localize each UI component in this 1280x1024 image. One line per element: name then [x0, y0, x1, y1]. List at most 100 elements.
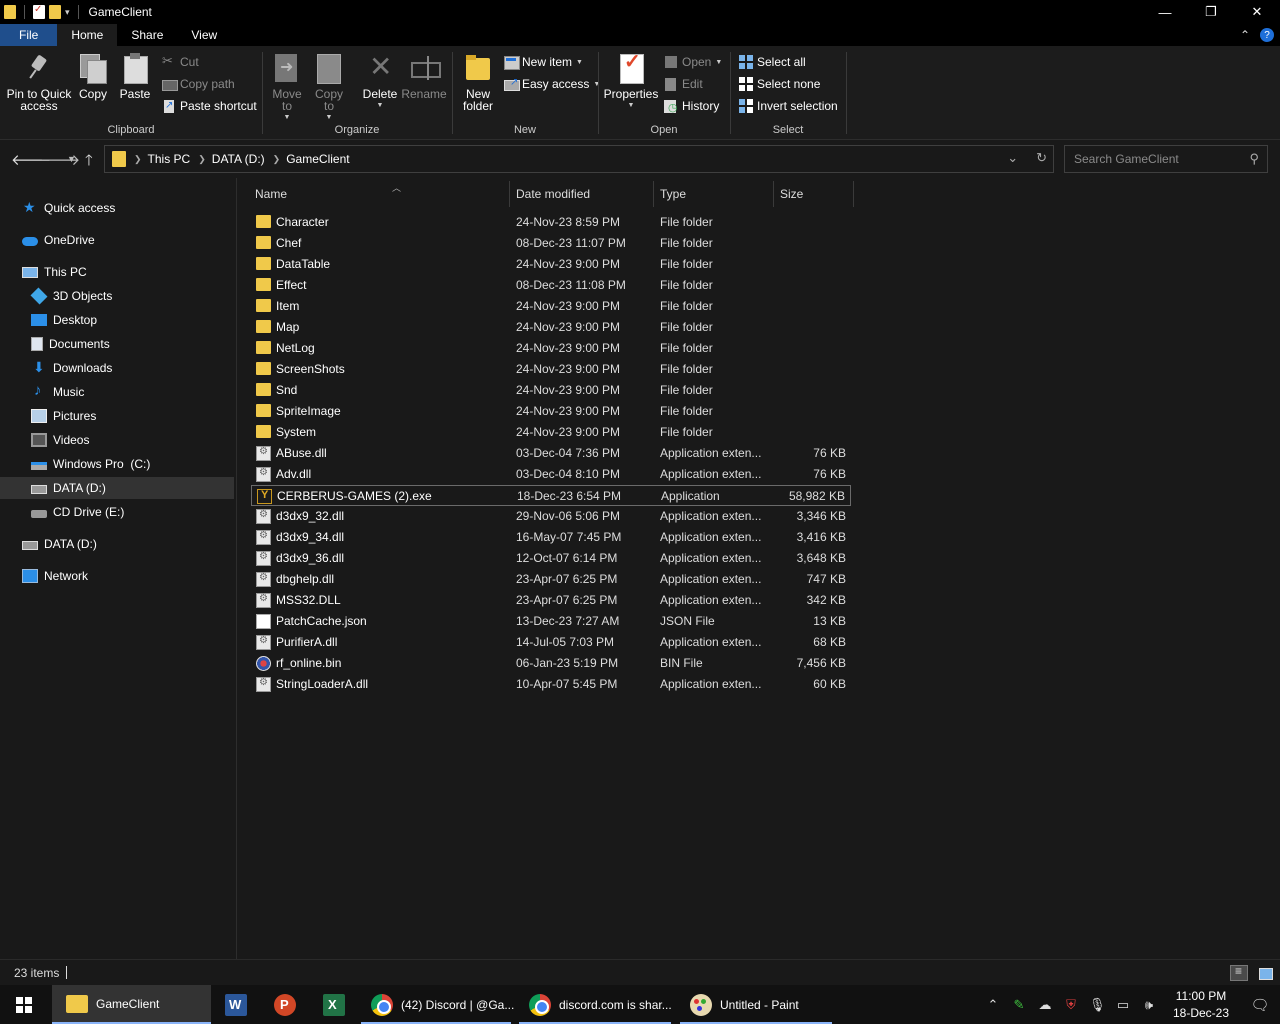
nav-data-drive[interactable]: DATA (D:) [0, 477, 234, 499]
invert-selection-button[interactable]: Invert selection [739, 97, 838, 115]
breadcrumb-data-drive[interactable]: DATA (D:) [212, 152, 265, 166]
file-row[interactable]: d3dx9_34.dll 16-May-07 7:45 PM Application… [251, 527, 851, 548]
file-row[interactable]: PurifierA.dll 14-Jul-05 7:03 PM Applicatio… [251, 632, 851, 653]
address-bar[interactable]: ❯ This PC ❯ DATA (D:) ❯ GameClient ⌄ ↻ [104, 145, 1054, 173]
select-none-button[interactable]: Select none [739, 75, 820, 93]
nav-documents[interactable]: Documents [0, 333, 234, 355]
recent-locations-icon[interactable]: ▼ [67, 154, 76, 164]
file-row[interactable]: PatchCache.json 13-Dec-23 7:27 AM JSON Fil… [251, 611, 851, 632]
copy-path-button[interactable]: Copy path [162, 75, 235, 93]
open-button[interactable]: Open ▼ [664, 53, 722, 71]
breadcrumb-gameclient[interactable]: GameClient [286, 152, 349, 166]
file-row[interactable]: dbghelp.dll 23-Apr-07 6:25 PM Application … [251, 569, 851, 590]
file-row[interactable]: NetLog 24-Nov-23 9:00 PM File folder [251, 338, 851, 359]
file-row[interactable]: Map 24-Nov-23 9:00 PM File folder [251, 317, 851, 338]
breadcrumb-this-pc[interactable]: This PC [148, 152, 191, 166]
upload-status-icon[interactable]: ✎ [1011, 997, 1027, 1013]
properties-button[interactable]: Properties ▼ [604, 52, 658, 112]
network-status-icon[interactable]: ▭ [1115, 997, 1131, 1013]
chevron-right-icon[interactable]: ❯ [198, 154, 206, 165]
show-hidden-icons-icon[interactable]: ⌃ [985, 997, 1001, 1013]
refresh-icon[interactable]: ↻ [1036, 150, 1047, 166]
tab-view[interactable]: View [177, 24, 231, 46]
nav-cd-drive[interactable]: CD Drive (E:) [0, 501, 234, 523]
search-box[interactable]: Search GameClient ⚲ [1064, 145, 1268, 173]
nav-data-drive-root[interactable]: DATA (D:) [0, 533, 234, 555]
file-row[interactable]: MSS32.DLL 23-Apr-07 6:25 PM Application ex… [251, 590, 851, 611]
paste-shortcut-button[interactable]: Paste shortcut [162, 97, 257, 115]
new-folder-button[interactable]: New folder [460, 52, 496, 112]
customize-toolbar-icon[interactable]: ▾ [65, 7, 70, 18]
up-arrow-icon[interactable]: 🡑 [85, 150, 93, 175]
new-folder-icon[interactable] [49, 5, 61, 19]
nav-videos[interactable]: Videos [0, 429, 234, 451]
tab-home[interactable]: Home [57, 24, 118, 46]
file-row[interactable]: ABuse.dll 03-Dec-04 7:36 PM Application ex… [251, 443, 851, 464]
file-row[interactable]: d3dx9_36.dll 12-Oct-07 6:14 PM Application… [251, 548, 851, 569]
nav-this-pc[interactable]: This PC [0, 261, 234, 283]
nav-windows-drive[interactable]: Windows Pro (C:) [0, 453, 234, 475]
column-header-name[interactable]: Name ︿ [255, 181, 509, 207]
file-row[interactable]: rf_online.bin 06-Jan-23 5:19 PM BIN File 7,… [251, 653, 851, 674]
details-view-button[interactable] [1230, 964, 1248, 981]
file-row[interactable]: Effect 08-Dec-23 11:08 PM File folder [251, 275, 851, 296]
column-divider[interactable] [509, 181, 510, 207]
chevron-right-icon[interactable]: ❯ [134, 154, 142, 165]
move-to-button[interactable]: Move to ▼ [270, 52, 304, 124]
column-divider[interactable] [773, 181, 774, 207]
nav-network[interactable]: Network [0, 565, 234, 587]
paste-button[interactable]: Paste [118, 52, 152, 100]
file-row[interactable]: Adv.dll 03-Dec-04 8:10 PM Application exte… [251, 464, 851, 485]
taskbar-powerpoint[interactable] [260, 985, 308, 1024]
taskbar-paint[interactable]: Untitled - Paint [676, 985, 836, 1024]
file-row[interactable]: SpriteImage 24-Nov-23 9:00 PM File folder [251, 401, 851, 422]
properties-icon[interactable] [33, 4, 45, 19]
column-divider[interactable] [653, 181, 654, 207]
pin-to-quick-access-button[interactable]: Pin to Quick access [6, 52, 72, 112]
history-button[interactable]: History [664, 97, 719, 115]
taskbar-word[interactable] [211, 985, 259, 1024]
copy-button[interactable]: Copy [76, 52, 110, 100]
column-header-size[interactable]: Size [780, 181, 853, 207]
notification-center-icon[interactable]: 🗨 [1240, 985, 1280, 1024]
file-row[interactable]: CERBERUS-GAMES (2).exe 18-Dec-23 6:54 PM A… [251, 485, 851, 506]
minimize-button[interactable]: — [1142, 0, 1188, 24]
nav-onedrive[interactable]: OneDrive [0, 229, 234, 251]
chevron-up-icon[interactable]: ⌃ [1240, 28, 1250, 42]
nav-desktop[interactable]: Desktop [0, 309, 234, 331]
column-header-date[interactable]: Date modified [516, 181, 654, 207]
chevron-right-icon[interactable]: ❯ [273, 154, 281, 165]
copy-to-button[interactable]: Copy to ▼ [312, 52, 346, 124]
taskbar-file-explorer[interactable]: GameClient [52, 985, 211, 1024]
cut-button[interactable]: Cut [162, 53, 199, 71]
file-row[interactable]: DataTable 24-Nov-23 9:00 PM File folder [251, 254, 851, 275]
edit-button[interactable]: Edit [664, 75, 703, 93]
column-divider[interactable] [853, 181, 854, 207]
tab-file[interactable]: File [0, 24, 58, 46]
new-item-button[interactable]: New item ▼ [504, 53, 583, 71]
file-row[interactable]: Item 24-Nov-23 9:00 PM File folder [251, 296, 851, 317]
taskbar-chrome-discord[interactable]: (42) Discord | @Ga... [357, 985, 515, 1024]
maximize-button[interactable]: ❐ [1188, 0, 1234, 24]
file-row[interactable]: Character 24-Nov-23 8:59 PM File folder [251, 212, 851, 233]
select-all-button[interactable]: Select all [739, 53, 806, 71]
search-icon[interactable]: ⚲ [1249, 151, 1259, 167]
taskbar-excel[interactable] [309, 985, 357, 1024]
file-row[interactable]: d3dx9_32.dll 29-Nov-06 5:06 PM Application… [251, 506, 851, 527]
security-alert-icon[interactable]: ⛨ [1063, 997, 1079, 1013]
file-row[interactable]: Snd 24-Nov-23 9:00 PM File folder [251, 380, 851, 401]
microphone-icon[interactable]: 🎙 [1089, 997, 1106, 1013]
column-header-type[interactable]: Type [660, 181, 773, 207]
close-button[interactable]: ✕ [1234, 0, 1280, 24]
tab-share[interactable]: Share [117, 24, 177, 46]
rename-button[interactable]: Rename [401, 52, 447, 100]
file-row[interactable]: StringLoaderA.dll 10-Apr-07 5:45 PM Applic… [251, 674, 851, 695]
volume-icon[interactable]: 🕪 [1141, 997, 1157, 1013]
start-button[interactable] [0, 985, 48, 1024]
cloud-offline-icon[interactable]: ☁ [1037, 997, 1053, 1013]
nav-3d-objects[interactable]: 3D Objects [0, 285, 234, 307]
delete-button[interactable]: Delete ▼ [360, 52, 400, 112]
file-row[interactable]: Chef 08-Dec-23 11:07 PM File folder [251, 233, 851, 254]
search-input[interactable]: Search GameClient [1074, 152, 1179, 166]
large-icons-view-button[interactable] [1256, 965, 1274, 981]
